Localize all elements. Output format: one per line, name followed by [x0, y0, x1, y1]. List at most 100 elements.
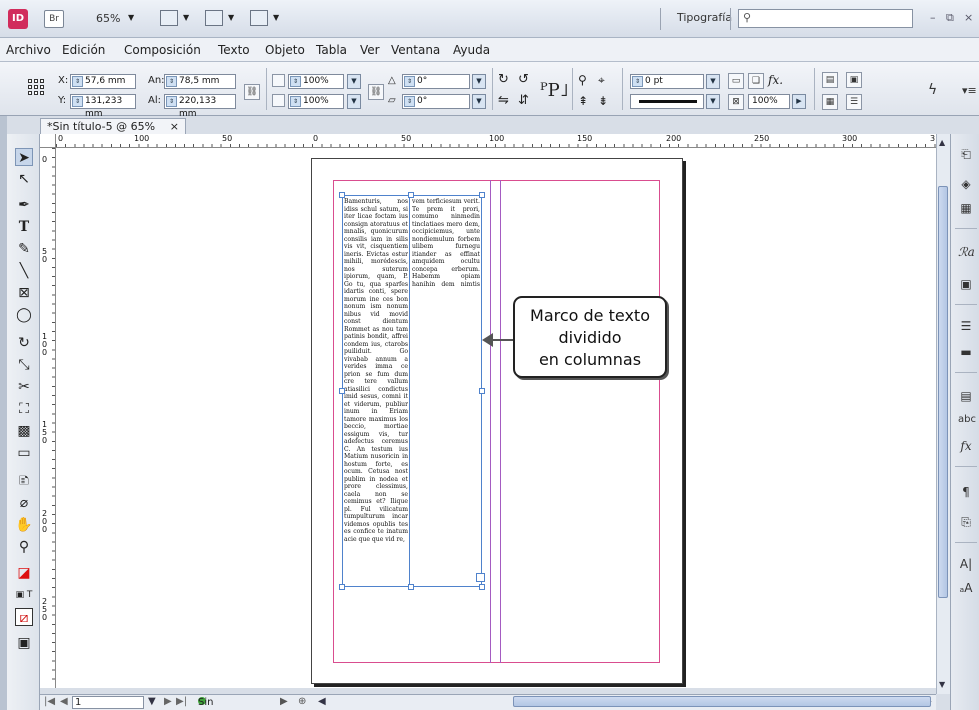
menu-tabla[interactable]: Tabla — [316, 43, 347, 57]
frame-handle[interactable] — [339, 388, 345, 394]
view-options-icon[interactable] — [160, 10, 178, 26]
frame-handle[interactable] — [339, 584, 345, 590]
minimize-button[interactable]: – — [930, 11, 936, 24]
view-options-dropdown-icon[interactable]: ▼ — [183, 13, 189, 22]
spelling-icon[interactable]: abc — [958, 412, 976, 428]
character-icon[interactable]: A| — [958, 556, 974, 572]
horizontal-scroll-thumb[interactable] — [513, 696, 931, 707]
zoom-tool-icon[interactable]: ⚲ — [15, 538, 33, 556]
character-styles-icon[interactable]: ℛa — [958, 244, 975, 260]
zoom-dropdown-icon[interactable]: ▼ — [128, 13, 134, 22]
ellipse-tool-icon[interactable]: ◯ — [15, 306, 33, 324]
x-field[interactable]: ⇕ 57,6 mm — [70, 74, 136, 89]
arrange-documents-icon[interactable] — [250, 10, 268, 26]
zoom-level[interactable]: 65% — [96, 12, 120, 25]
spinner-icon[interactable]: ⇕ — [166, 76, 177, 87]
arrange-documents-dropdown-icon[interactable]: ▼ — [273, 13, 279, 22]
flip-horizontal-icon[interactable]: ⇋ — [498, 93, 509, 108]
open-document-icon[interactable]: ⊕ — [298, 696, 306, 707]
previous-page-icon[interactable]: ◀ — [60, 696, 68, 707]
shear-field[interactable]: ⇕ 0° — [402, 94, 470, 109]
scroll-down-icon[interactable]: ▼ — [939, 680, 945, 689]
vertical-ruler[interactable]: 0 5 0 1 0 0 1 5 0 2 0 0 2 5 0 — [40, 148, 56, 688]
menu-edicion[interactable]: Edición — [62, 43, 105, 57]
collapse-strip[interactable] — [0, 116, 7, 710]
spinner-icon[interactable]: ⇕ — [404, 76, 415, 87]
text-wrap-icon[interactable]: ▤ — [958, 388, 974, 404]
scale-x-field[interactable]: ⇕ 100% — [288, 74, 344, 89]
document-tab[interactable]: *Sin título-5 @ 65% × — [40, 118, 186, 134]
height-field[interactable]: ⇕ 220,133 mm — [164, 94, 236, 119]
screen-mode-icon[interactable]: ▣ — [15, 634, 33, 652]
opacity-dropdown-icon[interactable]: ▶ — [792, 94, 806, 109]
menu-texto[interactable]: Texto — [218, 43, 250, 57]
type-tool-icon[interactable]: T — [15, 218, 33, 236]
preflight-menu-icon[interactable]: ▶ — [280, 696, 288, 707]
spinner-icon[interactable]: ⇕ — [72, 76, 83, 87]
page-dropdown-icon[interactable]: ▼ — [148, 696, 156, 707]
close-button[interactable]: × — [964, 11, 973, 24]
rotate-dropdown-icon[interactable]: ▼ — [472, 74, 486, 89]
menu-ventana[interactable]: Ventana — [391, 43, 440, 57]
next-page-icon[interactable]: ▶ — [164, 696, 172, 707]
spinner-icon[interactable]: ⇕ — [632, 76, 643, 87]
frame-handle[interactable] — [408, 192, 414, 198]
fx-icon[interactable]: fx. — [768, 73, 783, 87]
spinner-icon[interactable]: ⇕ — [72, 96, 83, 107]
stroke-icon[interactable]: ▣ — [958, 276, 974, 292]
free-transform-tool-icon[interactable]: ⛶ — [15, 400, 33, 418]
links-icon[interactable]: ⎘ — [958, 514, 974, 530]
rotate-field[interactable]: ⇕ 0° — [402, 74, 470, 89]
vertical-scroll-thumb[interactable] — [938, 186, 948, 598]
panel-menu-icon[interactable]: ▾≡ — [962, 84, 977, 97]
shear-dropdown-icon[interactable]: ▼ — [472, 94, 486, 109]
gradient-feather-tool-icon[interactable]: ▭ — [15, 444, 33, 462]
scroll-up-icon[interactable]: ▲ — [939, 138, 945, 147]
workspace-switcher[interactable]: Tipografía — [677, 11, 732, 24]
select-container-icon[interactable]: ⚲ — [578, 73, 587, 87]
rotate-ccw-icon[interactable]: ↺ — [518, 72, 529, 87]
eyedropper-tool-icon[interactable]: ⌀ — [15, 494, 33, 512]
rotate-tool-icon[interactable]: ↻ — [15, 334, 33, 352]
screen-mode-dropdown-icon[interactable]: ▼ — [228, 13, 234, 22]
path-type-icon[interactable]: ᴾP˩ — [540, 80, 569, 101]
frame-handle[interactable] — [339, 192, 345, 198]
ruler-origin[interactable] — [40, 134, 56, 148]
rotate-cw-icon[interactable]: ↻ — [498, 72, 509, 87]
scroll-left-icon[interactable]: ◀ — [318, 696, 326, 707]
hand-tool-icon[interactable]: ✋ — [15, 516, 33, 534]
reference-point-icon[interactable] — [27, 78, 45, 96]
frame-handle[interactable] — [479, 388, 485, 394]
apply-none-icon[interactable]: ⧄ — [15, 608, 33, 626]
fx-icon[interactable]: fx — [958, 438, 974, 454]
paragraph-icon[interactable]: ¶ — [958, 484, 974, 500]
stroke-type-dropdown-icon[interactable]: ▼ — [706, 94, 720, 109]
formatting-toggle-icon[interactable]: ▣ T — [15, 586, 33, 604]
screen-mode-icon[interactable] — [205, 10, 223, 26]
align-left-icon[interactable]: ▤ — [822, 72, 838, 88]
drop-shadow-icon[interactable]: ❏ — [748, 73, 764, 89]
spinner-icon[interactable]: ⇕ — [290, 96, 301, 107]
lightning-icon[interactable]: ϟ — [928, 82, 937, 98]
width-field[interactable]: ⇕ 78,5 mm — [164, 74, 236, 89]
stroke-type-field[interactable] — [630, 94, 704, 109]
scale-tool-icon[interactable]: ⤡ — [15, 356, 33, 374]
first-page-icon[interactable]: |◀ — [44, 696, 55, 707]
gradient-icon[interactable]: ☰ — [958, 318, 974, 334]
pencil-tool-icon[interactable]: ✎ — [15, 240, 33, 258]
frame-out-port[interactable] — [476, 573, 485, 582]
bridge-button[interactable]: Br — [44, 10, 64, 28]
direct-selection-tool-icon[interactable]: ↖ — [15, 170, 33, 188]
menu-ver[interactable]: Ver — [360, 43, 380, 57]
spinner-icon[interactable]: ⇕ — [166, 96, 177, 107]
last-page-icon[interactable]: ▶| — [176, 696, 187, 707]
line-tool-icon[interactable]: ╲ — [15, 262, 33, 280]
gradient-tool-icon[interactable]: ▩ — [15, 422, 33, 440]
constrain-scale-icon[interactable]: ⛓ — [368, 84, 384, 100]
y-field[interactable]: ⇕ 131,233 mm — [70, 94, 136, 119]
paragraph-styles-icon[interactable]: ₐA — [958, 580, 974, 596]
spinner-icon[interactable]: ⇕ — [404, 96, 415, 107]
constrain-proportions-icon[interactable]: ⛓ — [244, 84, 260, 100]
close-icon[interactable]: × — [170, 119, 179, 134]
select-previous-icon[interactable]: ⇞ — [578, 94, 588, 108]
